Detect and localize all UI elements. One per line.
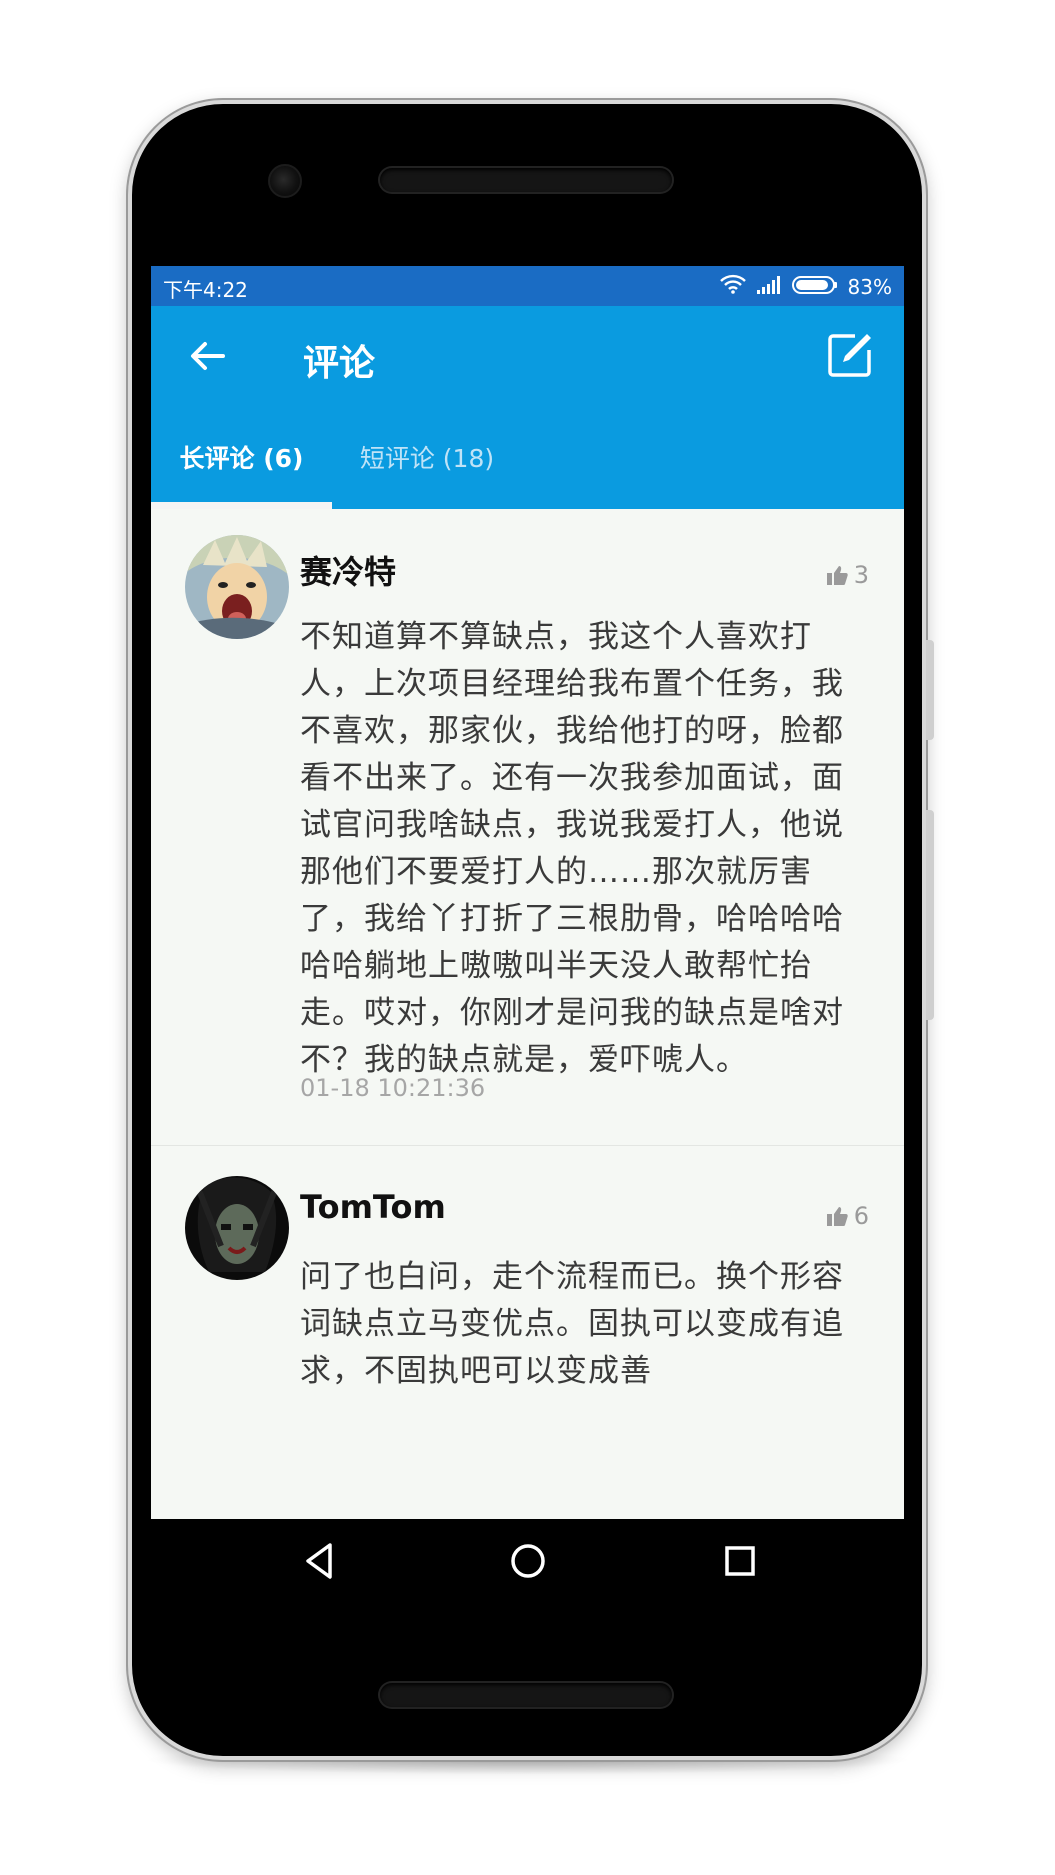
signal-icon [756, 275, 782, 299]
status-bar: 下午4:22 83% [151, 266, 904, 306]
navigation-bar [151, 1519, 904, 1602]
avatar[interactable] [185, 535, 289, 639]
top-speaker [380, 168, 672, 192]
like-count[interactable]: 3 [826, 561, 869, 589]
comment-item[interactable]: TomTom 6 问了也白问，走个流程而已。换个形容词缺点立马变优点。固执可以变… [151, 1146, 904, 1519]
comment-author[interactable]: 赛冷特 [300, 547, 396, 593]
page-title: 评论 [303, 343, 376, 384]
battery-icon [791, 275, 838, 299]
comment-text: 问了也白问，走个流程而已。换个形容词缺点立马变优点。固执可以变成有追求，不固执吧… [300, 1259, 844, 1389]
battery-percent: 83% [847, 274, 892, 299]
screen: 下午4:22 83% 评论 长评论 (6) 短评论 (18) 赛冷特 3 不知道… [151, 266, 904, 1519]
nav-home-icon[interactable] [504, 1537, 552, 1585]
tab-indicator [151, 502, 332, 509]
back-arrow-icon[interactable] [187, 336, 227, 376]
wifi-icon [719, 274, 746, 299]
tab-short-comments[interactable]: 短评论 (18) [332, 405, 522, 509]
comment-author[interactable]: TomTom [300, 1188, 446, 1226]
like-count-value: 6 [853, 1202, 869, 1230]
like-count-value: 3 [853, 561, 869, 589]
volume-button [926, 640, 934, 740]
comment-list[interactable]: 赛冷特 3 不知道算不算缺点，我这个人喜欢打人，上次项目经理给我布置个任务，我不… [151, 509, 904, 1519]
status-indicators: 83% [719, 274, 892, 299]
nav-back-icon[interactable] [298, 1537, 346, 1585]
thumbs-up-icon [826, 1205, 848, 1227]
like-count[interactable]: 6 [826, 1202, 869, 1230]
avatar[interactable] [185, 1176, 289, 1280]
comment-text: 不知道算不算缺点，我这个人喜欢打人，上次项目经理给我布置个任务，我不喜欢，那家伙… [300, 619, 844, 1078]
thumbs-up-icon [826, 564, 848, 586]
front-camera [268, 164, 302, 198]
tab-long-comments[interactable]: 长评论 (6) [151, 405, 332, 509]
edit-comment-icon[interactable] [827, 332, 873, 378]
bottom-speaker [380, 1683, 672, 1707]
power-button [926, 810, 934, 1020]
comment-item[interactable]: 赛冷特 3 不知道算不算缺点，我这个人喜欢打人，上次项目经理给我布置个任务，我不… [151, 509, 904, 1146]
app-bar: 评论 [151, 306, 904, 405]
nav-recent-apps-icon[interactable] [716, 1537, 764, 1585]
status-time: 下午4:22 [163, 278, 248, 302]
comment-time: 01-18 10:21:36 [300, 1074, 486, 1102]
tab-bar: 长评论 (6) 短评论 (18) [151, 405, 904, 509]
